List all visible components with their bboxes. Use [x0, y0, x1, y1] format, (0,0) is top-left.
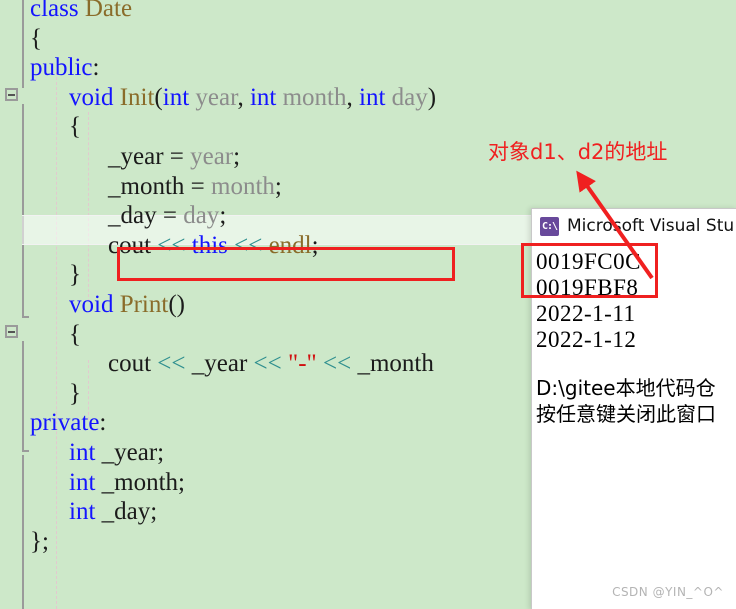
code-token: int — [69, 468, 102, 496]
code-token: << — [253, 350, 288, 378]
console-titlebar[interactable]: C:\ Microsoft Visual Stu — [532, 209, 736, 243]
code-token: cout — [108, 350, 158, 378]
code-token: { — [69, 113, 81, 141]
code-token: { — [30, 24, 42, 52]
code-line[interactable]: { — [30, 26, 42, 51]
code-token: << — [322, 350, 358, 378]
code-token: _day = — [108, 202, 184, 230]
code-token: _month = — [108, 172, 211, 200]
code-token: } — [69, 261, 81, 289]
code-token: void — [69, 83, 120, 111]
console-app-icon: C:\ — [540, 216, 559, 236]
code-token: : — [99, 409, 107, 437]
code-line[interactable]: _month = month; — [108, 174, 282, 199]
code-line[interactable]: class Date — [30, 0, 132, 21]
console-output: 0019FC0C 0019FBF8 2022-1-11 2022-1-12 D:\gi… — [532, 243, 736, 609]
code-token: , — [346, 83, 359, 111]
code-token: int — [359, 83, 392, 111]
console-line: D:\gitee本地代码仓 — [536, 376, 716, 400]
code-token: int — [69, 498, 102, 526]
code-line[interactable]: void Init(int year, int month, int day) — [69, 85, 436, 110]
code-line[interactable]: _day = day; — [108, 203, 226, 228]
fold-tail-print — [22, 450, 29, 452]
console-line: 2022-1-11 — [536, 301, 636, 326]
gutter-structure-line-private — [22, 455, 24, 609]
code-token: << — [157, 231, 192, 259]
code-token: ) — [427, 83, 437, 111]
gutter-structure-line-top — [22, 0, 24, 88]
code-token: : — [92, 54, 100, 82]
fold-toggle-print[interactable] — [5, 325, 18, 338]
code-token: << — [234, 231, 269, 259]
console-line: 0019FBF8 — [536, 275, 639, 300]
code-token: ; — [233, 143, 241, 170]
code-line[interactable]: int _year; — [69, 440, 164, 465]
code-token: year — [195, 83, 238, 111]
code-line[interactable]: { — [69, 114, 81, 139]
code-token: () — [168, 291, 185, 318]
code-line[interactable]: { — [69, 322, 81, 347]
code-token: Init — [119, 83, 155, 111]
indent-guide-1 — [56, 72, 57, 609]
gutter-structure-line-print — [22, 341, 24, 451]
code-token: endl — [268, 231, 312, 259]
watermark: CSDN @YIN_^O^ — [612, 585, 724, 599]
code-line[interactable]: }; — [30, 529, 49, 554]
code-token: month — [282, 83, 347, 111]
fold-tail-init — [22, 316, 29, 318]
code-line[interactable]: private: — [30, 410, 106, 435]
code-line[interactable]: } — [69, 381, 81, 406]
code-token: ; — [311, 231, 319, 259]
code-token: ( — [154, 83, 163, 111]
code-token: } — [69, 379, 81, 407]
code-token: ; — [274, 172, 282, 200]
code-token: void — [69, 291, 120, 318]
code-token: this — [191, 231, 235, 259]
code-token: << — [157, 350, 192, 378]
code-token: { — [69, 320, 81, 348]
code-token: cout — [108, 231, 158, 259]
code-token: "-" — [287, 350, 323, 378]
annotation-label: 对象d1、d2的地址 — [488, 140, 668, 164]
console-line: 2022-1-12 — [536, 327, 637, 352]
code-line[interactable]: public: — [30, 55, 99, 80]
console-title: Microsoft Visual Stu — [567, 216, 735, 236]
code-token: int — [162, 83, 196, 111]
code-token: _year — [191, 350, 254, 378]
screenshot-root: class Date{public: void Init(int year, in… — [0, 0, 736, 609]
console-window[interactable]: C:\ Microsoft Visual Stu 0019FC0C 0019FBF… — [531, 208, 736, 609]
console-line: 按任意键关闭此窗口 — [536, 402, 716, 426]
code-token: Date — [84, 0, 133, 22]
code-line[interactable]: _year = year; — [108, 144, 240, 169]
indent-guide-2 — [88, 112, 89, 302]
console-line: 0019FC0C — [536, 249, 641, 274]
code-line[interactable]: int _month; — [69, 470, 185, 495]
fold-toggle-init[interactable] — [5, 88, 18, 101]
code-line[interactable]: cout << _year << "-" << _month — [108, 351, 434, 376]
code-token: class — [30, 0, 85, 22]
code-token: _day; — [101, 498, 158, 526]
code-token: }; — [30, 527, 49, 555]
code-token: , — [237, 83, 250, 111]
code-line[interactable]: int _day; — [69, 499, 157, 524]
code-token: public — [30, 54, 93, 82]
code-token: _month — [357, 350, 434, 378]
gutter-structure-line-init — [22, 104, 24, 316]
code-token: private — [30, 409, 100, 437]
code-token: int — [249, 83, 283, 111]
code-line[interactable]: cout << this << endl; — [108, 233, 319, 258]
code-line[interactable]: void Print() — [69, 292, 185, 317]
code-token: month — [211, 172, 275, 200]
code-token: day — [391, 83, 428, 111]
code-token: Print — [119, 291, 169, 318]
code-token: _year = — [108, 143, 191, 170]
code-token: _year; — [101, 439, 165, 466]
code-token: _month; — [101, 468, 185, 496]
code-line[interactable]: } — [69, 262, 81, 287]
code-token: day — [183, 202, 220, 230]
code-token: int — [69, 439, 102, 466]
code-token: year — [190, 143, 234, 170]
code-token: ; — [219, 202, 227, 230]
